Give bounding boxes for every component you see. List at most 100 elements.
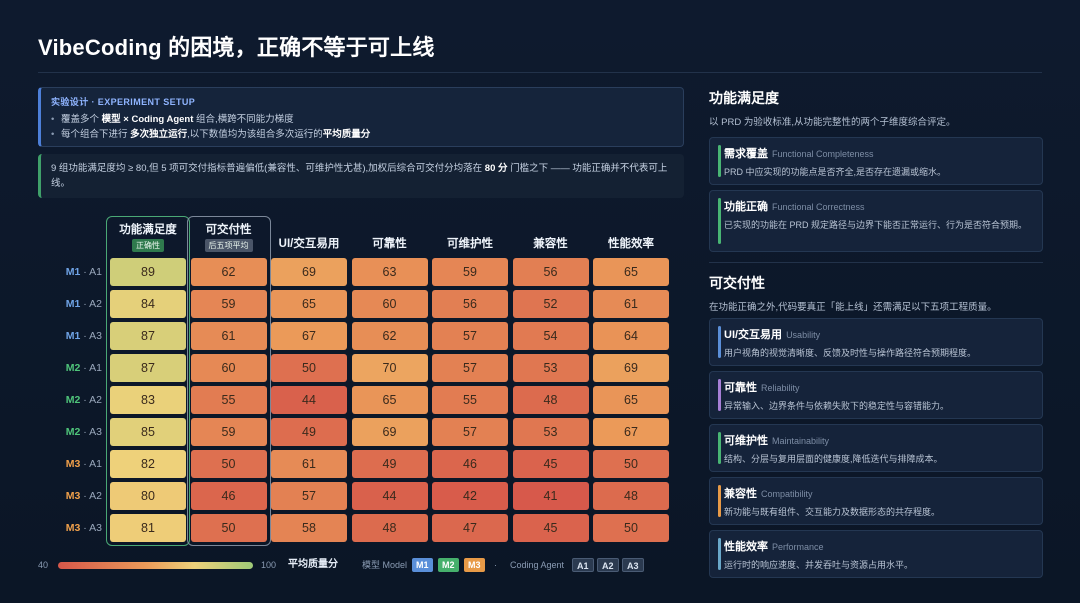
text-segment: 每个组合下进行 [61, 129, 131, 140]
row-label: M2 · A2 [50, 386, 102, 414]
heatmap-cell: 58 [271, 514, 347, 542]
column-label: 可靠性 [372, 238, 407, 250]
legend-agent-chip: A3 [622, 558, 644, 572]
row-agent: A2 [89, 490, 102, 502]
heatmap-cell: 44 [271, 386, 347, 414]
row-model: M3 [65, 458, 81, 470]
row-separator: · [80, 426, 90, 438]
row-model: M3 [65, 490, 81, 502]
column-header: 可维护性 [432, 235, 508, 251]
card-subtitle-en: Compatibility [761, 489, 813, 499]
row-label: M1 · A3 [50, 322, 102, 350]
card-accent-bar [718, 432, 721, 464]
row-model: M2 [65, 394, 81, 406]
legend-min: 40 [38, 560, 49, 570]
heatmap-cell: 69 [271, 258, 347, 286]
card-title: 性能效率 Performance [724, 541, 824, 553]
card-accent-bar [718, 145, 721, 177]
row-agent: A3 [89, 330, 102, 342]
row-label: M2 · A3 [50, 418, 102, 446]
emphasis-text: 多次独立运行 [130, 129, 188, 140]
row-separator: · [80, 490, 90, 502]
heatmap-cell: 87 [110, 322, 186, 350]
row-separator: · [80, 522, 90, 534]
heatmap-cell: 55 [190, 386, 267, 414]
heatmap-cell: 57 [271, 482, 347, 510]
heatmap-cell: 46 [432, 450, 508, 478]
setup-list: 覆盖多个 模型 × Coding Agent 组合,横跨不同能力梯度 每个组合下… [51, 112, 673, 142]
heatmap-cell: 55 [432, 386, 508, 414]
heatmap-cell: 46 [190, 482, 267, 510]
heatmap-cell: 81 [110, 514, 186, 542]
deliverability-heading: 可交付性 [709, 275, 765, 291]
heatmap-cell: 57 [432, 354, 508, 382]
column-label: UI/交互易用 [278, 238, 340, 250]
column-header: 可靠性 [352, 235, 428, 251]
heatmap-cell: 56 [512, 258, 589, 286]
row-agent: A2 [89, 394, 102, 406]
card-accent-bar [718, 379, 721, 411]
card-accent-bar [718, 485, 721, 517]
card-subtitle-en: Functional Correctness [772, 202, 865, 212]
text-segment: ,以下数值均为该组合多次运行的 [187, 129, 323, 140]
conclusion-note: 9 组功能满足度均 ≥ 80,但 5 项可交付指标普遍偏低(兼容性、可维护性尤甚… [38, 154, 684, 198]
card-title: 功能正确 Functional Correctness [724, 201, 865, 213]
row-model: M1 [65, 266, 81, 278]
heatmap-cell: 42 [432, 482, 508, 510]
heatmap-cell: 85 [110, 418, 186, 446]
card-accent-bar [718, 538, 721, 570]
heatmap-cell: 83 [110, 386, 186, 414]
card-description: 用户视角的视觉清晰度、反馈及时性与操作路径符合预期程度。 [724, 348, 977, 358]
row-separator: · [80, 330, 90, 342]
heatmap-cell: 61 [593, 290, 669, 318]
heatmap-cell: 59 [432, 258, 508, 286]
heatmap-cell: 63 [351, 258, 428, 286]
row-separator: · [80, 394, 90, 406]
card-description: 已实现的功能在 PRD 规定路径与边界下能否正常运行、行为是否符合预期。 [724, 220, 1028, 230]
card-subtitle-en: Functional Completeness [772, 149, 874, 159]
heatmap-cell: 67 [271, 322, 347, 350]
emphasis-text: 80 分 [484, 163, 508, 174]
title-divider [38, 72, 1042, 73]
row-label: M3 · A3 [50, 514, 102, 542]
legend-model-chip: M1 [412, 558, 433, 572]
heatmap-cell: 48 [512, 386, 589, 414]
row-separator: · [80, 362, 90, 374]
heatmap-cell: 69 [351, 418, 428, 446]
card-description: 结构、分层与复用层面的健康度,降低迭代与排障成本。 [724, 454, 943, 464]
heatmap-cell: 50 [593, 514, 669, 542]
row-model: M2 [65, 426, 81, 438]
heatmap-cell: 45 [512, 450, 589, 478]
card-title: 需求覆盖 Functional Completeness [724, 148, 874, 160]
heatmap-cell: 65 [271, 290, 347, 318]
row-model: M3 [65, 522, 81, 534]
heatmap-cell: 50 [271, 354, 347, 382]
text-segment: 覆盖多个 [61, 114, 102, 125]
heatmap-cell: 53 [512, 354, 589, 382]
setup-line-1: 覆盖多个 模型 × Coding Agent 组合,横跨不同能力梯度 [51, 112, 673, 127]
functionality-card: 功能正确 Functional Correctness 已实现的功能在 PRD 规定… [709, 190, 1043, 252]
deliverability-card: 性能效率 Performance 运行时的响应速度、并发吞吐与资源占用水平。 [709, 530, 1043, 578]
setup-line-2: 每个组合下进行 多次独立运行,以下数值均为该组合多次运行的平均质量分 [51, 127, 673, 142]
card-subtitle-en: Performance [772, 542, 824, 552]
heatmap-cell: 41 [512, 482, 589, 510]
row-model: M2 [65, 362, 81, 374]
row-separator: · [80, 458, 90, 470]
legend-model-label: 模型 Model [362, 560, 408, 570]
emphasis-text: 模型 × Coding Agent [101, 114, 194, 125]
heatmap-cell: 49 [271, 418, 347, 446]
heatmap-cell: 82 [110, 450, 186, 478]
column-header: 功能满足度 正确性 [110, 221, 186, 252]
row-separator: · [80, 298, 90, 310]
row-agent: A3 [89, 426, 102, 438]
heatmap-cell: 60 [190, 354, 267, 382]
heatmap-cell: 60 [351, 290, 428, 318]
deliverability-card: 兼容性 Compatibility 新功能与既有组件、交互能力及数据形态的共存程度。 [709, 477, 1043, 525]
heatmap-cell: 84 [110, 290, 186, 318]
card-subtitle-en: Reliability [761, 383, 800, 393]
heatmap-cell: 48 [593, 482, 669, 510]
heatmap-cell: 61 [271, 450, 347, 478]
heatmap-cell: 50 [190, 450, 267, 478]
legend-dot: · [494, 560, 497, 570]
card-title: UI/交互易用 Usability [724, 329, 821, 341]
